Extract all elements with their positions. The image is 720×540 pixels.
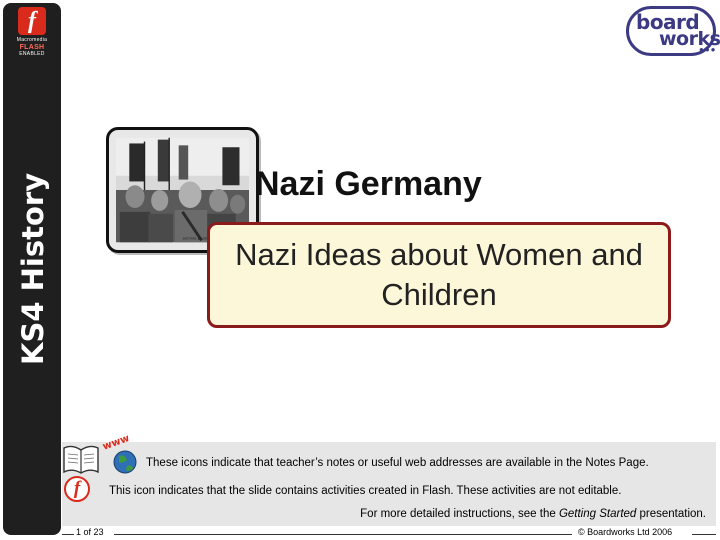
flash-enabled-badge: f Macromedia FLASH ENABLED bbox=[9, 7, 55, 67]
notes-book-icon[interactable] bbox=[62, 442, 100, 476]
flash-badge-line-1: Macromedia bbox=[16, 37, 48, 43]
subtitle-box: Nazi Ideas about Women and Children bbox=[207, 222, 671, 328]
flash-badge-line-3: ENABLED bbox=[19, 51, 45, 57]
info-panel: www f These icons indicate that teacher’… bbox=[62, 434, 716, 526]
slide-subtitle: Nazi Ideas about Women and Children bbox=[235, 237, 643, 312]
sidebar: f Macromedia FLASH ENABLED KS4 History bbox=[3, 3, 61, 535]
footer-rule-middle bbox=[114, 534, 572, 535]
svg-text:www: www bbox=[101, 434, 131, 453]
info-line-flash: This icon indicates that the slide conta… bbox=[109, 485, 622, 497]
copyright-text: © Boardworks Ltd 2006 bbox=[578, 527, 673, 537]
footer-rule-left bbox=[62, 534, 74, 535]
svg-text:archive photo: archive photo bbox=[183, 235, 210, 240]
info-line-instructions: For more detailed instructions, see the … bbox=[360, 508, 706, 520]
flash-badge-line-2: FLASH bbox=[19, 44, 45, 51]
page-number: 1 of 23 bbox=[76, 527, 104, 537]
instructions-prefix: For more detailed instructions, see the bbox=[360, 508, 559, 520]
flash-activity-icon[interactable]: f bbox=[64, 476, 90, 502]
flash-logo-icon: f bbox=[18, 7, 46, 35]
slide-title: Nazi Germany bbox=[255, 165, 482, 203]
web-globe-icon[interactable]: www bbox=[99, 434, 145, 478]
instructions-suffix: presentation. bbox=[636, 508, 707, 520]
info-line-notes: These icons indicate that teacher’s note… bbox=[146, 457, 649, 469]
boardworks-logo[interactable]: board works ●●● bbox=[626, 6, 720, 56]
sidebar-title: KS4 History bbox=[16, 172, 50, 365]
getting-started-link[interactable]: Getting Started bbox=[559, 508, 636, 520]
logo-dots: ●●● bbox=[699, 45, 717, 54]
footer: 1 of 23 © Boardworks Ltd 2006 bbox=[62, 527, 716, 540]
footer-rule-right bbox=[692, 534, 716, 535]
